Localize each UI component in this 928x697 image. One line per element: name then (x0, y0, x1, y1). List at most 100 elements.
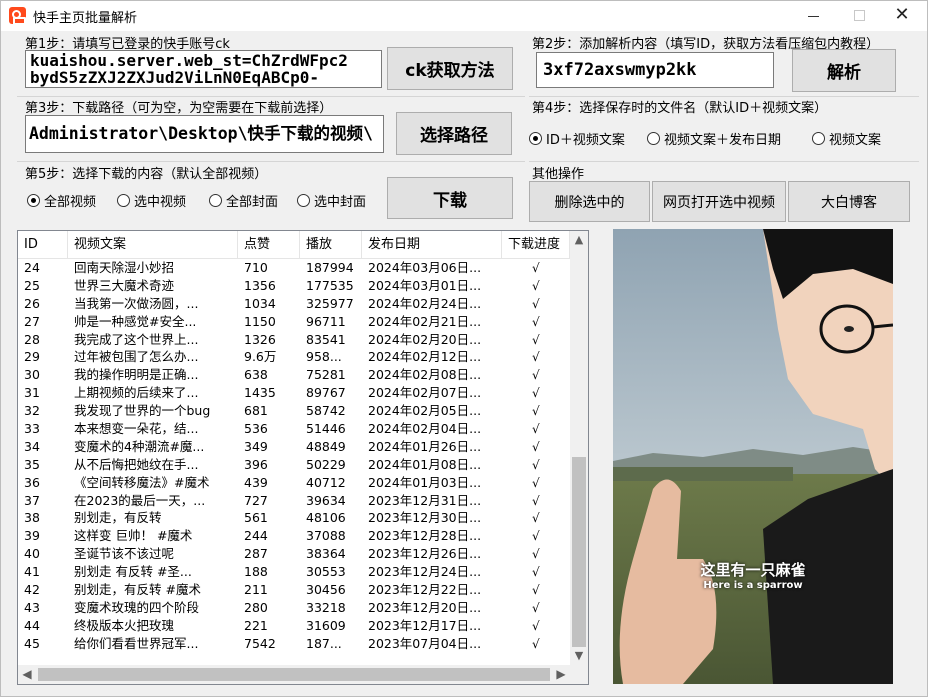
download-option-all-videos[interactable]: 全部视频 (27, 191, 96, 210)
cell-id: 39 (24, 528, 40, 544)
cell-likes: 280 (244, 599, 268, 615)
table-row[interactable]: 40 圣诞节该不该过呢 287 38364 2023年12月26日... √ (18, 545, 570, 563)
parse-button[interactable]: 解析 (792, 49, 896, 92)
cell-date: 2023年12月28日... (368, 528, 482, 544)
column-header-progress[interactable]: 下载进度 (502, 231, 570, 259)
table-row[interactable]: 26 当我第一次做汤圆，... 1034 325977 2024年02月24日... √ (18, 295, 570, 313)
cell-progress: √ (532, 511, 540, 526)
table-row[interactable]: 28 我完成了这个世界上... 1326 83541 2024年02月20日... √ (18, 331, 570, 349)
filename-option-title-date[interactable]: 视频文案＋发布日期 (647, 129, 781, 148)
cell-plays: 83541 (306, 331, 346, 347)
table-row[interactable]: 31 上期视频的后续来了... 1435 89767 2024年02月07日... √ (18, 384, 570, 402)
table-row[interactable]: 25 世界三大魔术奇迹 1356 177535 2024年03月01日... √ (18, 277, 570, 295)
horizontal-scrollbar[interactable]: ◀ ▶ (18, 665, 570, 684)
cell-title: 帅是一种感觉#安全... (74, 313, 197, 329)
cell-plays: 31609 (306, 617, 346, 633)
option-label: 选中封面 (314, 195, 367, 210)
cookie-input[interactable]: kuaishou.server.web_st=ChZrdWFpc2 bydS5z… (25, 50, 382, 88)
cell-date: 2024年02月05日... (368, 403, 482, 419)
table-row[interactable]: 42 别划走，有反转 #魔术 211 30456 2023年12月22日... √ (18, 581, 570, 599)
column-header-plays[interactable]: 播放 (300, 231, 362, 259)
vertical-scrollbar[interactable]: ▲ ▼ (570, 231, 588, 665)
kuaishou-logo-icon (9, 7, 26, 25)
download-button[interactable]: 下载 (387, 177, 513, 219)
maximize-icon (854, 10, 865, 21)
parse-id-input[interactable]: 3xf72axswmyp2kk (536, 52, 774, 88)
table-row[interactable]: 38 别划走，有反转 561 48106 2023年12月30日... √ (18, 509, 570, 527)
cell-plays: 38364 (306, 546, 346, 562)
ck-method-button[interactable]: ck获取方法 (387, 47, 513, 90)
open-video-in-browser-button[interactable]: 网页打开选中视频 (652, 181, 786, 222)
option-label: 全部视频 (44, 195, 97, 210)
option-label: ID＋视频文案 (546, 133, 625, 148)
cell-title: 从不后悔把她纹在手... (74, 456, 199, 472)
step3-label: 第3步：下载路径（可为空，为空需要在下载前选择） (25, 101, 333, 116)
cell-plays: 187994 (306, 260, 354, 275)
cell-likes: 638 (244, 367, 268, 383)
download-option-selected-covers[interactable]: 选中封面 (297, 191, 366, 210)
filename-option-id-title[interactable]: ID＋视频文案 (529, 129, 625, 148)
table-row[interactable]: 27 帅是一种感觉#安全... 1150 96711 2024年02月21日... √ (18, 313, 570, 331)
video-list-table[interactable]: ID 视频文案 点赞 播放 发布日期 下载进度 24 回南天除湿小妙招 710 187… (17, 230, 589, 685)
cell-id: 24 (24, 260, 40, 275)
cell-likes: 221 (244, 617, 268, 633)
cell-progress: √ (532, 457, 540, 472)
table-row[interactable]: 41 别划走 有反转 #圣... 188 30553 2023年12月24日... √ (18, 563, 570, 581)
table-row[interactable]: 39 这样变 巨帅！ #魔术 244 37088 2023年12月28日... √ (18, 527, 570, 545)
cell-likes: 287 (244, 546, 268, 562)
download-option-all-covers[interactable]: 全部封面 (209, 191, 278, 210)
cell-date: 2024年02月12日... (368, 349, 482, 365)
title-bar[interactable]: 快手主页批量解析 ✕ (1, 1, 927, 31)
cell-title: 我发现了世界的一个bug (74, 403, 211, 419)
close-button[interactable]: ✕ (879, 1, 925, 31)
cell-progress: √ (532, 529, 540, 544)
table-row[interactable]: 30 我的操作明明是正确... 638 75281 2024年02月08日... √ (18, 366, 570, 384)
download-path-input[interactable]: Administrator\Desktop\快手下载的视频\ (25, 115, 384, 153)
scroll-right-icon[interactable]: ▶ (552, 665, 570, 684)
blog-button[interactable]: 大白博客 (788, 181, 910, 222)
cell-id: 29 (24, 349, 40, 365)
choose-path-button[interactable]: 选择路径 (396, 112, 512, 155)
minimize-button[interactable] (791, 1, 837, 31)
table-row[interactable]: 34 变魔术的4种潮流#魔... 349 48849 2024年01月26日... √ (18, 438, 570, 456)
cell-plays: 30553 (306, 564, 346, 580)
cell-plays: 50229 (306, 456, 346, 472)
filename-option-title[interactable]: 视频文案 (812, 129, 881, 148)
delete-selected-button[interactable]: 删除选中的 (529, 181, 650, 222)
cell-title: 世界三大魔术奇迹 (74, 277, 175, 293)
cell-date: 2023年12月26日... (368, 546, 482, 562)
download-option-selected-videos[interactable]: 选中视频 (117, 191, 186, 210)
column-header-id[interactable]: ID (18, 231, 68, 259)
scroll-up-icon[interactable]: ▲ (570, 231, 588, 249)
cell-plays: 37088 (306, 528, 346, 544)
horizontal-scroll-thumb[interactable] (38, 668, 550, 681)
cell-title: 《空间转移魔法》#魔术 (74, 474, 210, 490)
column-header-date[interactable]: 发布日期 (362, 231, 502, 259)
option-label: 视频文案＋发布日期 (664, 133, 782, 148)
cell-plays: 177535 (306, 277, 354, 293)
table-row[interactable]: 43 变魔术玫瑰的四个阶段 280 33218 2023年12月20日... √ (18, 599, 570, 617)
cell-id: 45 (24, 635, 40, 651)
scroll-down-icon[interactable]: ▼ (570, 647, 588, 665)
scroll-left-icon[interactable]: ◀ (18, 665, 36, 684)
cell-progress: √ (532, 565, 540, 580)
table-header: ID 视频文案 点赞 播放 发布日期 下载进度 (18, 231, 570, 259)
cell-progress: √ (532, 350, 540, 365)
table-row[interactable]: 37 在2023的最后一天，... 727 39634 2023年12月31日... √ (18, 492, 570, 510)
table-row[interactable]: 35 从不后悔把她纹在手... 396 50229 2024年01月08日... √ (18, 456, 570, 474)
maximize-button (837, 1, 883, 31)
table-row[interactable]: 33 本来想变一朵花，结... 536 51446 2024年02月04日... √ (18, 420, 570, 438)
table-row[interactable]: 44 终极版本火把玫瑰 221 31609 2023年12月17日... √ (18, 617, 570, 635)
table-row[interactable]: 24 回南天除湿小妙招 710 187994 2024年03月06日... √ (18, 259, 570, 277)
cell-plays: 40712 (306, 474, 346, 490)
cell-likes: 188 (244, 564, 268, 580)
table-row[interactable]: 32 我发现了世界的一个bug 681 58742 2024年02月05日... √ (18, 402, 570, 420)
cell-date: 2024年02月07日... (368, 385, 482, 401)
table-row[interactable]: 45 给你们看看世界冠军... 7542 187... 2023年07月04日... √ (18, 635, 570, 653)
column-header-likes[interactable]: 点赞 (238, 231, 300, 259)
column-header-title[interactable]: 视频文案 (68, 231, 238, 259)
table-row[interactable]: 29 过年被包围了怎么办... 9.6万 958... 2024年02月12日... √ (18, 348, 570, 366)
cell-likes: 1034 (244, 295, 276, 311)
table-row[interactable]: 36 《空间转移魔法》#魔术 439 40712 2024年01月03日... √ (18, 474, 570, 492)
vertical-scroll-thumb[interactable] (572, 457, 586, 647)
